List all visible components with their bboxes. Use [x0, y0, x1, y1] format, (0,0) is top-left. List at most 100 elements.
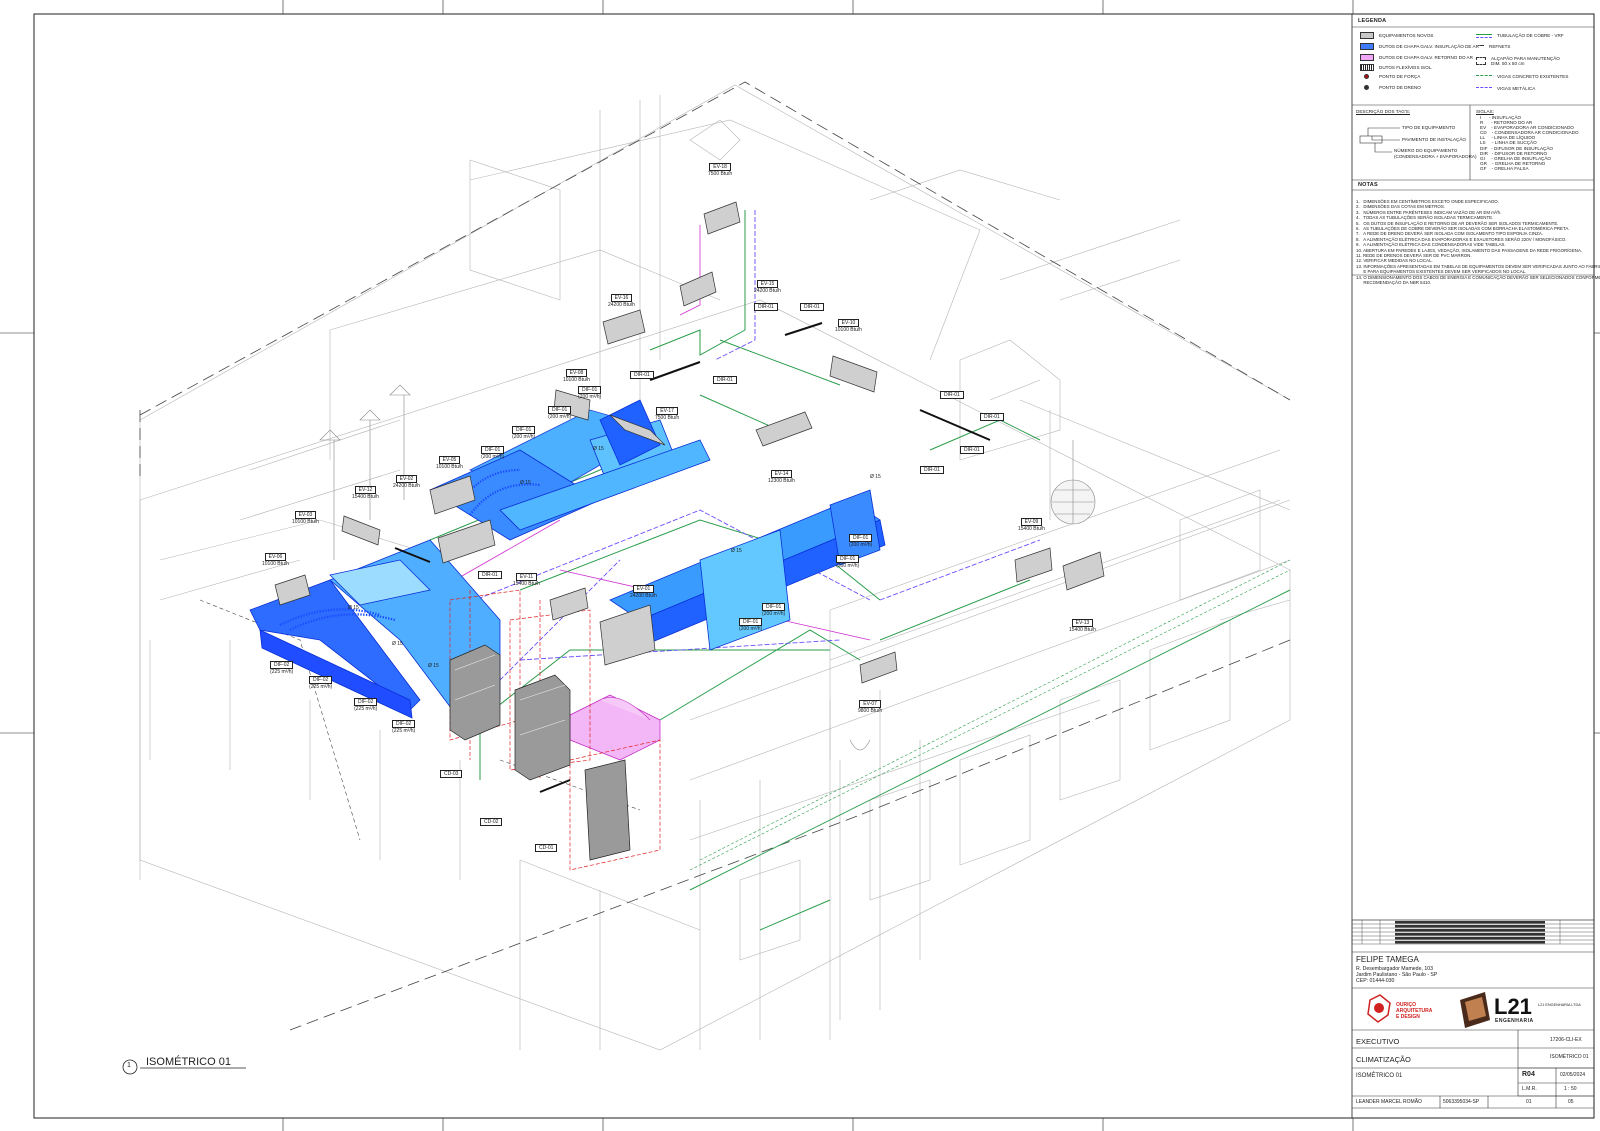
tag-label: DIF-01 [849, 534, 873, 542]
tag-label: EV-11 [515, 573, 538, 581]
tag-capacity: (225 m³/h) [354, 706, 378, 712]
equipment-tag: EV-09 15400 Btu/h [1018, 518, 1045, 532]
equipment-tag: EV-08 10100 Btu/h [563, 369, 590, 383]
tag-label: DIF-02 [354, 698, 378, 706]
project-code: 17206-CLI-EX [1550, 1037, 1582, 1043]
sheet-title: ISOMÉTRICO 01 [1356, 1073, 1403, 1079]
equipment-tag: EV-17 7500 Btu/h [655, 407, 679, 421]
legend-item-right: TUBULAÇÃO DE COBRE - VRF [1476, 33, 1564, 38]
legend-label: DUTOS DE CHAPA GALV. INSUFLAÇÃO DE AR [1379, 44, 1479, 49]
tag-capacity: (200 m³/h) [481, 454, 505, 460]
legend-item-right: VIGAS CONCRETO EXISTENTES [1476, 74, 1568, 79]
legend-line-icon [1476, 74, 1492, 79]
abbreviations-list: I - INSUFLAÇÃO R - RETORNO DO AR EV - EVAP… [1480, 115, 1579, 171]
equipment-tag: EV-18 7500 Btu/h [708, 163, 732, 177]
engineer: LEANDER MARCEL ROMÃO [1356, 1099, 1422, 1105]
legend-swatch-icon [1360, 64, 1374, 71]
diffuser-tag: DIF-02 (225 m³/h) [392, 720, 416, 734]
tag-capacity: 7500 Btu/h [708, 171, 733, 177]
note-line: RECOMENDAÇÃO DA NBR 5410. [1356, 280, 1432, 286]
legend-label: DUTOS DE CHAPA GALV. RETORNO DO AR [1379, 55, 1473, 60]
legend-swatch-icon [1360, 32, 1374, 39]
tag-capacity: (200 m³/h) [548, 414, 572, 420]
legend-item-left: EQUIPAMENTOS NOVOS [1360, 32, 1433, 39]
tag-label: EV-06 [264, 553, 287, 561]
legend-label: REFNETS [1489, 44, 1511, 49]
legend-swatch-icon [1360, 54, 1374, 61]
revision: R04 [1522, 1071, 1535, 1078]
diffuser-tag: DIF-01 (200 m³/h) [849, 534, 873, 548]
engineering-logo-sub: ENGENHARIA [1495, 1018, 1534, 1024]
pipe-size-label: Ø 15 [870, 474, 881, 480]
legend-header: LEGENDA [1358, 18, 1387, 24]
tag-label: DIR-01 [630, 371, 654, 379]
notes-header: NOTAS [1358, 182, 1378, 188]
tag-label: DIF-01 [578, 386, 602, 394]
tag-label: EV-13 [1071, 619, 1094, 627]
tag-label: EV-15 [756, 280, 779, 288]
pipe-size-label: Ø 15 [348, 605, 359, 611]
tag-label: DIF-01 [481, 446, 505, 454]
tag-label: EV-18 [709, 163, 731, 171]
diffuser-tag: DIR-01 [980, 413, 1004, 421]
legend-item-left: DUTOS DE CHAPA GALV. RETORNO DO AR [1360, 54, 1473, 61]
diffuser-tag: DIR-01 [920, 466, 944, 474]
tag-capacity: (200 m³/h) [578, 394, 602, 400]
pipe-size-label: Ø 15 [593, 446, 604, 452]
diffuser-tag: DIF-02 (225 m³/h) [309, 676, 333, 690]
tag-capacity: 10100 Btu/h [563, 377, 590, 383]
pipe-size-label: Ø 15 [731, 548, 742, 554]
tag-label: EV-02 [395, 475, 418, 483]
tag-capacity: (200 m³/h) [849, 542, 873, 548]
sheet-total: 05 [1568, 1099, 1574, 1105]
architect-logo: OURIÇO ARQUITETURA E DESIGN [1396, 1002, 1433, 1020]
equipment-tag: EV-05 10100 Btu/h [436, 456, 463, 470]
equipment-tag: EV-11 15400 Btu/h [513, 573, 540, 587]
legend-label: DUTOS FLEXÍVEIS ISOL. [1379, 65, 1433, 70]
legend-line-icon [1476, 44, 1484, 49]
tag-label: DIR-01 [980, 413, 1004, 421]
equipment-tag: EV-13 15400 Btu/h [1069, 619, 1096, 633]
diffuser-tag: DIR-01 [800, 303, 824, 311]
legend-label: PONTO DE DRENO [1379, 85, 1421, 90]
pipe-size-label: Ø 15 [520, 480, 531, 486]
diffuser-tag: DIR-01 [940, 391, 964, 399]
tag-capacity: 7500 Btu/h [655, 415, 680, 421]
drawing-sheet: 1 ISOMÉTRICO 01 EV-18 7500 Btu/h EV-15 2420… [0, 0, 1600, 1131]
tag-capacity: 10100 Btu/h [835, 327, 862, 333]
tag-capacity: 15400 Btu/h [352, 494, 379, 500]
tag-label: DIR-01 [800, 303, 824, 311]
abbreviation-line: GF - GRELHA FALSA [1480, 165, 1529, 171]
tag-capacity: (200 m³/h) [512, 434, 536, 440]
engineering-company: L21 ENGENHARIA LTDA [1538, 1003, 1581, 1007]
legend-label: EQUIPAMENTOS NOVOS [1379, 33, 1434, 38]
diffuser-tag: DIR-01 [960, 446, 984, 454]
legend-item-left: PONTO DE DRENO [1360, 85, 1421, 90]
equipment-tag: EV-10 10100 Btu/h [835, 319, 862, 333]
tag-capacity: (200 m³/h) [762, 611, 786, 617]
tag-label: DIF-02 [392, 720, 416, 728]
tag-capacity: (225 m³/h) [392, 728, 416, 734]
tag-label: EV-08 [565, 369, 588, 377]
diffuser-tag: DIR-01 [478, 571, 502, 579]
condenser-tag: CD-02 [480, 818, 503, 826]
tag-label: EV-07 [859, 700, 881, 708]
legend-item-right: ALÇAPÃO PARA MANUTENÇÃO DIM. 50 x 50 cm [1476, 56, 1566, 66]
tag-label: CD-03 [440, 770, 463, 778]
legend-line-icon [1476, 57, 1486, 65]
equipment-tag: EV-07 9800 Btu/h [858, 700, 882, 714]
tag-label: DIF-01 [836, 555, 860, 563]
diffuser-tag: DIF-01 (200 m³/h) [578, 386, 602, 400]
diffuser-tag: DIR-01 [713, 376, 737, 384]
tag-label: DIF-02 [309, 676, 333, 684]
legend-item-left: PONTO DE FORÇA [1360, 74, 1420, 79]
l21-logo-graphic [1460, 992, 1490, 1028]
legend-label: ALÇAPÃO PARA MANUTENÇÃO DIM. 50 x 50 cm [1491, 56, 1560, 66]
tag-label: EV-03 [294, 511, 317, 519]
tag-label: DIF-01 [512, 426, 536, 434]
sheet-number: 01 [1526, 1099, 1532, 1105]
equipment-tag: EV-03 10100 Btu/h [292, 511, 319, 525]
tag-capacity: 12300 Btu/h [768, 478, 795, 484]
tag-label: DIR-01 [754, 303, 778, 311]
diffuser-tag: DIF-01 (200 m³/h) [548, 406, 572, 420]
